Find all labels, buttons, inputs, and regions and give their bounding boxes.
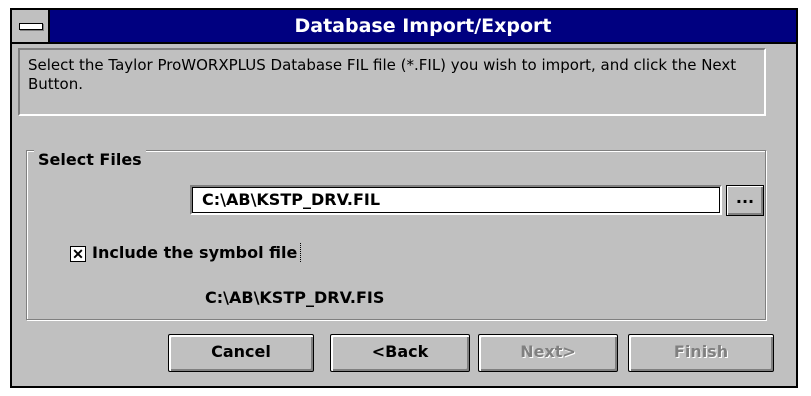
- title-bar: Database Import/Export: [12, 10, 796, 44]
- system-menu-icon: [19, 23, 43, 30]
- browse-button[interactable]: ...: [726, 185, 764, 216]
- cancel-button[interactable]: Cancel: [168, 334, 314, 372]
- back-button-label: <Back: [371, 342, 429, 361]
- include-symbol-checkbox[interactable]: ✕: [70, 246, 86, 262]
- finish-button-label: Finish: [673, 342, 729, 361]
- window-title: Database Import/Export: [294, 15, 552, 37]
- select-files-label: Select Files: [34, 150, 146, 169]
- back-button[interactable]: <Back: [330, 334, 470, 372]
- instruction-text: Select the Taylor ProWORXPLUS Database F…: [18, 48, 766, 116]
- symbol-file-path: C:\AB\KSTP_DRV.FIS: [205, 288, 385, 307]
- select-files-group: [26, 150, 766, 320]
- file-path-input[interactable]: C:\AB\KSTP_DRV.FIL: [190, 185, 722, 215]
- next-button[interactable]: Next>: [478, 334, 618, 372]
- include-symbol-label[interactable]: Include the symbol file: [92, 243, 302, 262]
- system-menu-button[interactable]: [12, 10, 50, 42]
- finish-button[interactable]: Finish: [628, 334, 774, 372]
- next-button-label: Next>: [520, 342, 576, 361]
- cancel-button-label: Cancel: [211, 342, 271, 361]
